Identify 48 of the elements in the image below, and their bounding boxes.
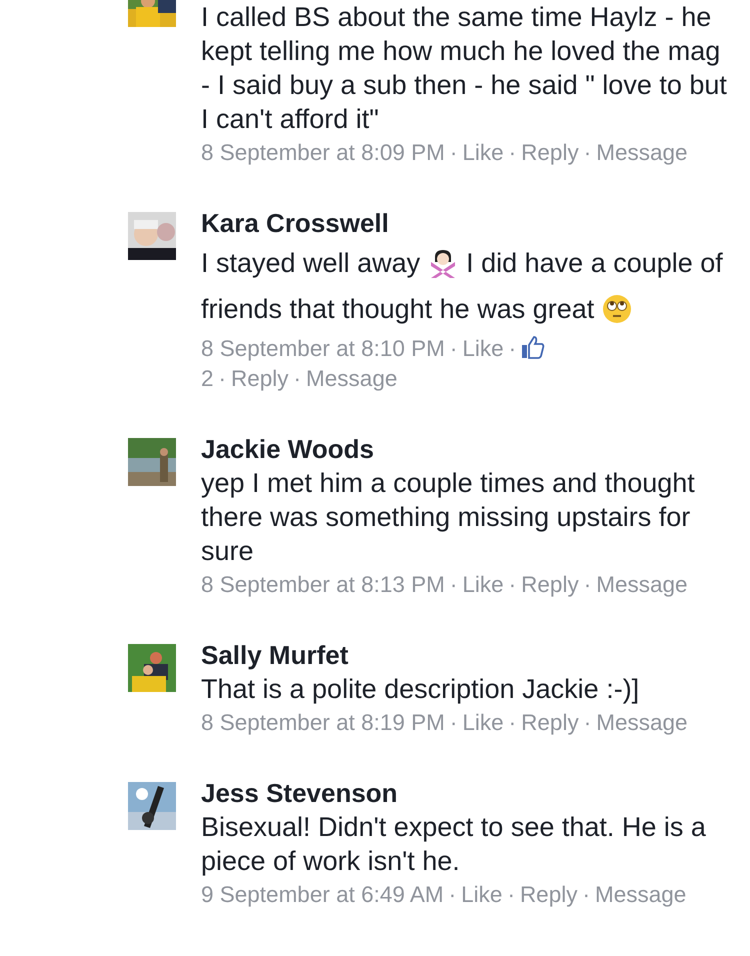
- comment-text: Bisexual! Didn't expect to see that. He is a piece of work isn't he.: [201, 811, 707, 878]
- separator-dot: ·: [450, 140, 458, 165]
- action-link[interactable]: Reply: [521, 710, 579, 735]
- separator-dot: ·: [584, 572, 592, 597]
- separator-dot: ·: [450, 336, 458, 361]
- separator-dot: ·: [582, 882, 590, 907]
- comment-text: That is a polite description Jackie :-)]: [201, 673, 640, 706]
- separator-dot: ·: [584, 710, 592, 735]
- comment-text: I stayed well away I did have a couple of friends that thought he was great: [201, 247, 724, 326]
- separator-dot: ·: [508, 572, 516, 597]
- comment-timestamp: 8 September at 8:09 PM: [201, 140, 445, 165]
- action-link[interactable]: Like: [462, 572, 504, 597]
- action-link[interactable]: Message: [596, 572, 688, 597]
- action-link[interactable]: Message: [594, 882, 686, 907]
- separator-dot: ·: [508, 710, 516, 735]
- action-link[interactable]: Reply: [231, 366, 289, 391]
- comment-text: yep I met him a couple times and thought there was something missing upstairs for sure: [201, 467, 696, 568]
- commenter-name[interactable]: Jess Stevenson: [201, 776, 732, 810]
- action-link[interactable]: Like: [462, 710, 504, 735]
- action-link[interactable]: Like: [462, 336, 504, 361]
- separator-dot: ·: [294, 366, 302, 391]
- action-link[interactable]: Reply: [521, 572, 579, 597]
- action-link[interactable]: Reply: [521, 140, 579, 165]
- eye-roll-emoji-icon: [602, 294, 632, 324]
- separator-dot: ·: [508, 336, 516, 361]
- comment-timestamp: 8 September at 8:19 PM: [201, 710, 445, 735]
- comment-timestamp: 8 September at 8:13 PM: [201, 572, 445, 597]
- separator-dot: ·: [450, 572, 458, 597]
- separator-dot: ·: [584, 140, 592, 165]
- separator-dot: ·: [507, 882, 515, 907]
- action-link[interactable]: Like: [462, 140, 504, 165]
- commenter-name[interactable]: Kara Crosswell: [201, 206, 732, 240]
- separator-dot: ·: [450, 710, 458, 735]
- commenter-name[interactable]: Sally Murfet: [201, 638, 732, 672]
- comment-text: I called BS about the same time Haylz - he kept telling me how much he loved the mag - I said buy a sub then - he said " love to but I can't afford it": [201, 1, 728, 136]
- separator-dot: ·: [508, 140, 516, 165]
- thumbs-up-icon: [521, 335, 546, 359]
- comment-timestamp: 8 September at 8:10 PM: [201, 336, 445, 361]
- action-link[interactable]: Like: [461, 882, 502, 907]
- action-link[interactable]: Message: [596, 140, 688, 165]
- separator-dot: ·: [218, 366, 226, 391]
- commenter-name[interactable]: Jackie Woods: [201, 432, 732, 466]
- action-link[interactable]: Message: [596, 710, 688, 735]
- like-count: 2: [201, 366, 214, 391]
- action-link[interactable]: Message: [306, 366, 398, 391]
- separator-dot: ·: [448, 882, 456, 907]
- action-link[interactable]: Reply: [520, 882, 578, 907]
- comment-timestamp: 9 September at 6:49 AM: [201, 882, 444, 907]
